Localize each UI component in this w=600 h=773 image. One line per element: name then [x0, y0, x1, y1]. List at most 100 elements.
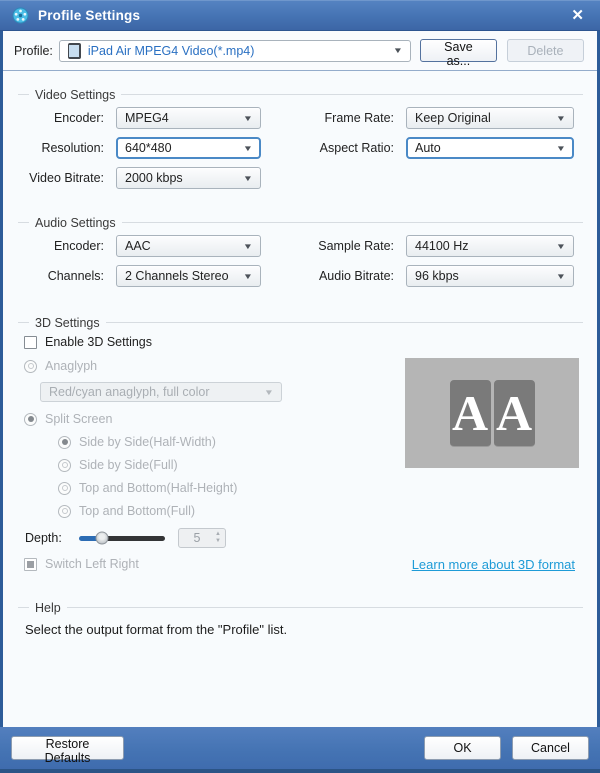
depth-value: 5	[179, 531, 215, 545]
split-option-row: Top and Bottom(Full)	[58, 503, 597, 519]
audio-encoder-label: Encoder:	[14, 239, 110, 253]
sample-rate-select[interactable]: 44100 Hz ▼	[406, 235, 574, 257]
video-row-1: Encoder: MPEG4 ▼ Frame Rate: Keep Origin…	[3, 107, 597, 129]
ok-button[interactable]: OK	[424, 736, 501, 760]
frame-rate-label: Frame Rate:	[261, 111, 400, 125]
resolution-label: Resolution:	[14, 141, 110, 155]
audio-row-1: Encoder: AAC ▼ Sample Rate: 44100 Hz ▼	[3, 235, 597, 257]
ipad-device-icon	[68, 43, 81, 59]
depth-row: Depth: 5 ▲ ▼	[3, 528, 597, 548]
audio-bitrate-value: 96 kbps	[415, 269, 459, 283]
chevron-down-icon: ▼	[556, 144, 566, 153]
sample-rate-value: 44100 Hz	[415, 239, 469, 253]
spinner-up-icon: ▲	[215, 531, 221, 538]
switch-left-right-label: Switch Left Right	[45, 557, 139, 571]
resolution-value: 640*480	[125, 141, 172, 155]
3d-preview-image: A A	[405, 358, 579, 468]
profile-value: iPad Air MPEG4 Video(*.mp4)	[88, 44, 255, 58]
chevron-down-icon: ▼	[243, 114, 253, 123]
anaglyph-radio	[24, 360, 37, 373]
enable-3d-checkbox[interactable]	[24, 336, 37, 349]
anaglyph-mode-select: Red/cyan anaglyph, full color ▼	[40, 382, 282, 402]
top-bottom-half-radio	[58, 482, 71, 495]
dialog-body: Profile: iPad Air MPEG4 Video(*.mp4) ▼ S…	[0, 31, 600, 727]
save-as-button[interactable]: Save as...	[420, 39, 497, 62]
split-option-label: Side by Side(Full)	[79, 458, 178, 472]
side-by-side-full-radio	[58, 459, 71, 472]
frame-rate-value: Keep Original	[415, 111, 491, 125]
split-option-label: Top and Bottom(Half-Height)	[79, 481, 237, 495]
video-row-3: Video Bitrate: 2000 kbps ▼	[3, 167, 597, 189]
switch-left-right-checkbox	[24, 558, 37, 571]
app-disc-icon	[12, 7, 29, 24]
audio-settings-legend: Audio Settings	[18, 215, 583, 230]
preview-letter-left: A	[450, 380, 491, 447]
close-icon[interactable]: ✕	[567, 6, 588, 25]
aspect-ratio-label: Aspect Ratio:	[261, 141, 400, 155]
restore-defaults-button[interactable]: Restore Defaults	[11, 736, 124, 760]
window-title: Profile Settings	[38, 8, 140, 23]
anaglyph-mode-value: Red/cyan anaglyph, full color	[49, 385, 210, 399]
split-option-row: Top and Bottom(Half-Height)	[58, 480, 597, 496]
enable-3d-label: Enable 3D Settings	[45, 335, 152, 349]
aspect-ratio-select[interactable]: Auto ▼	[406, 137, 574, 159]
channels-select[interactable]: 2 Channels Stereo ▼	[116, 265, 261, 287]
preview-letter-right: A	[494, 380, 535, 447]
spinner-down-icon: ▼	[215, 538, 221, 545]
split-option-label: Top and Bottom(Full)	[79, 504, 195, 518]
video-encoder-value: MPEG4	[125, 111, 169, 125]
spinner-arrows: ▲ ▼	[215, 531, 225, 544]
cancel-button[interactable]: Cancel	[512, 736, 589, 760]
profile-settings-dialog: Profile Settings ✕ Profile: iPad Air MPE…	[0, 0, 600, 773]
learn-more-3d-link[interactable]: Learn more about 3D format	[412, 557, 575, 572]
sample-rate-label: Sample Rate:	[261, 239, 400, 253]
split-screen-label: Split Screen	[45, 412, 112, 426]
audio-bitrate-select[interactable]: 96 kbps ▼	[406, 265, 574, 287]
resolution-select[interactable]: 640*480 ▼	[116, 137, 261, 159]
encoder-label: Encoder:	[14, 111, 110, 125]
audio-encoder-select[interactable]: AAC ▼	[116, 235, 261, 257]
help-legend: Help	[18, 600, 583, 615]
audio-bitrate-label: Audio Bitrate:	[261, 269, 400, 283]
chevron-down-icon: ▼	[264, 388, 274, 397]
chevron-down-icon: ▼	[556, 242, 566, 251]
video-bitrate-label: Video Bitrate:	[14, 171, 110, 185]
profile-label: Profile:	[14, 44, 53, 58]
depth-slider[interactable]	[79, 536, 165, 541]
video-encoder-select[interactable]: MPEG4 ▼	[116, 107, 261, 129]
settings-content: Video Settings Encoder: MPEG4 ▼ Frame Ra…	[3, 71, 597, 727]
title-bar: Profile Settings ✕	[0, 0, 600, 31]
profile-select[interactable]: iPad Air MPEG4 Video(*.mp4) ▼	[59, 40, 411, 62]
video-bitrate-value: 2000 kbps	[125, 171, 183, 185]
aspect-ratio-value: Auto	[415, 141, 441, 155]
chevron-down-icon: ▼	[393, 46, 403, 55]
split-option-label: Side by Side(Half-Width)	[79, 435, 216, 449]
chevron-down-icon: ▼	[243, 272, 253, 281]
enable-3d-row: Enable 3D Settings	[24, 334, 597, 350]
channels-value: 2 Channels Stereo	[125, 269, 229, 283]
slider-thumb-icon[interactable]	[96, 532, 109, 545]
split-screen-radio	[24, 413, 37, 426]
chevron-down-icon: ▼	[556, 114, 566, 123]
frame-rate-select[interactable]: Keep Original ▼	[406, 107, 574, 129]
side-by-side-half-radio	[58, 436, 71, 449]
chevron-down-icon: ▼	[243, 174, 253, 183]
audio-encoder-value: AAC	[125, 239, 151, 253]
audio-row-2: Channels: 2 Channels Stereo ▼ Audio Bitr…	[3, 265, 597, 287]
chevron-down-icon: ▼	[556, 272, 566, 281]
footer-bar: Restore Defaults OK Cancel	[0, 727, 600, 773]
delete-button: Delete	[507, 39, 584, 62]
video-bitrate-select[interactable]: 2000 kbps ▼	[116, 167, 261, 189]
depth-label: Depth:	[25, 531, 71, 545]
channels-label: Channels:	[14, 269, 110, 283]
top-bottom-full-radio	[58, 505, 71, 518]
depth-spinner: 5 ▲ ▼	[178, 528, 226, 548]
chevron-down-icon: ▼	[243, 242, 253, 251]
help-text: Select the output format from the "Profi…	[25, 622, 597, 637]
video-row-2: Resolution: 640*480 ▼ Aspect Ratio: Auto…	[3, 137, 597, 159]
video-settings-legend: Video Settings	[18, 87, 583, 102]
anaglyph-label: Anaglyph	[45, 359, 97, 373]
chevron-down-icon: ▼	[243, 144, 253, 153]
3d-settings-legend: 3D Settings	[18, 315, 583, 330]
profile-bar: Profile: iPad Air MPEG4 Video(*.mp4) ▼ S…	[3, 31, 597, 71]
